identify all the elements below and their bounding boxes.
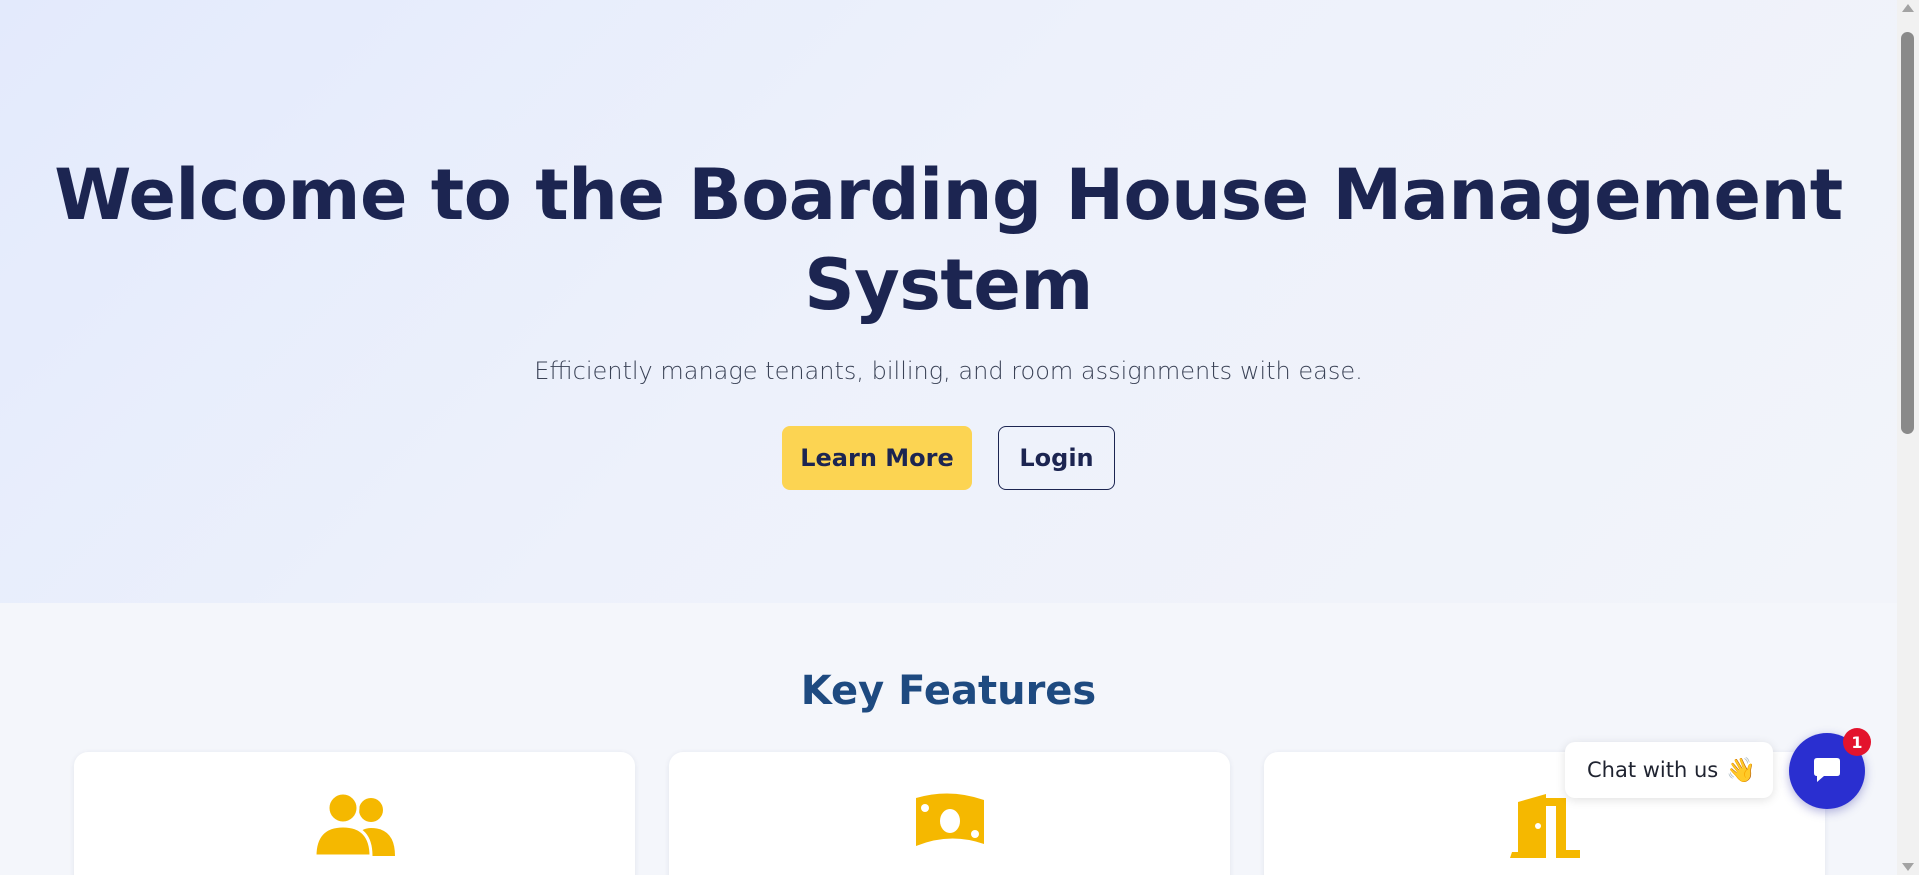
chat-notification-badge: 1 (1843, 728, 1871, 756)
chat-prompt-bubble[interactable]: Chat with us 👋 (1565, 742, 1773, 798)
hero-section: Welcome to the Boarding House Management… (0, 0, 1897, 603)
login-button[interactable]: Login (998, 426, 1115, 490)
features-title: Key Features (800, 668, 1097, 714)
vertical-scrollbar[interactable] (1897, 0, 1919, 875)
scrollbar-thumb[interactable] (1901, 32, 1914, 434)
hero-title: Welcome to the Boarding House Management… (54, 154, 1843, 326)
door-open-icon (1508, 792, 1582, 863)
scroll-up-arrow-icon[interactable] (1902, 4, 1914, 12)
users-icon (312, 791, 397, 863)
feature-card-tenants (74, 752, 635, 875)
feature-card-billing (669, 752, 1230, 875)
page-viewport: Welcome to the Boarding House Management… (0, 0, 1897, 875)
scroll-down-arrow-icon[interactable] (1902, 863, 1914, 871)
chat-icon (1812, 754, 1842, 789)
hero-subtitle: Efficiently manage tenants, billing, and… (534, 357, 1363, 385)
learn-more-button[interactable]: Learn More (782, 426, 972, 490)
money-bill-icon (912, 792, 988, 855)
chat-prompt-text: Chat with us (1587, 758, 1719, 782)
waving-hand-icon: 👋 (1726, 756, 1757, 784)
hero-buttons: Learn More Login (0, 426, 1897, 490)
feature-cards (74, 752, 1825, 875)
